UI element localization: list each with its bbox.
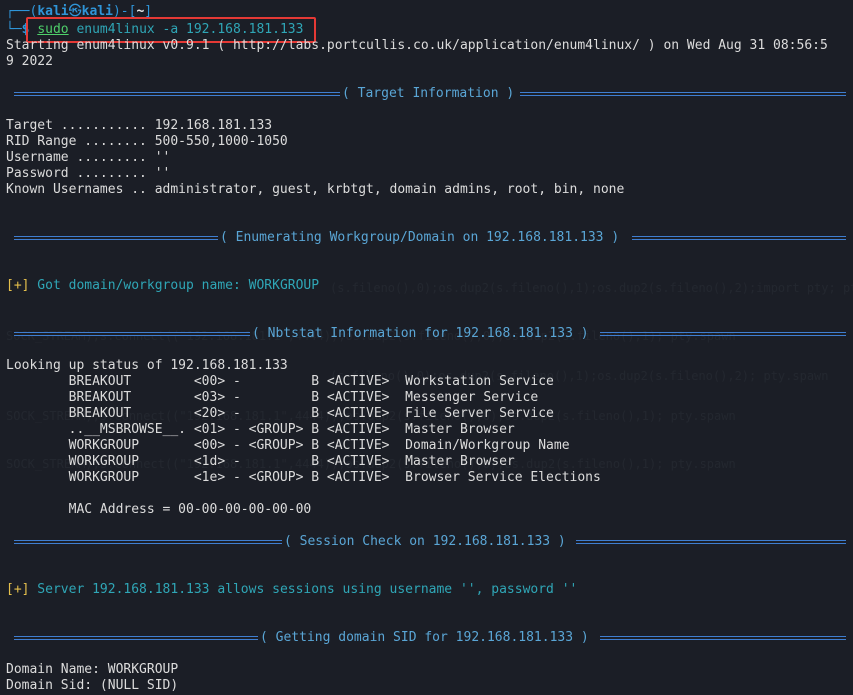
workgroup-result-line: [+] Got domain/workgroup name: WORKGROUP <box>6 278 319 294</box>
session-result-line: [+] Server 192.168.181.133 allows sessio… <box>6 582 577 598</box>
banner-title: ( Session Check on 192.168.181.133 ) <box>284 534 566 549</box>
banner-rule-left <box>14 540 282 544</box>
banner-enumerating-workgroup: ( Enumerating Workgroup/Domain on 192.16… <box>14 230 846 246</box>
ghost-text: (s.fileno(),0);os.dup2(s.fileno(),1);os.… <box>330 281 853 295</box>
banner-title: ( Getting domain SID for 192.168.181.133… <box>260 630 589 645</box>
nbtstat-row: WORKGROUP <1e> - <GROUP> B <ACTIVE> Brow… <box>6 470 601 485</box>
success-marker: [+] <box>6 278 30 293</box>
rid-range-line: RID Range ........ 500-550,1000-1050 <box>6 134 288 149</box>
nbtstat-header: Looking up status of 192.168.181.133 <box>6 358 288 373</box>
nbtstat-row: BREAKOUT <00> - B <ACTIVE> Workstation S… <box>6 374 554 389</box>
banner-rule-left <box>14 332 250 336</box>
banner-rule-right <box>576 540 846 544</box>
nbtstat-row: ..__MSBROWSE__. <01> - <GROUP> B <ACTIVE… <box>6 422 515 437</box>
banner-title: ( Nbtstat Information for 192.168.181.13… <box>252 326 589 341</box>
start-line-2: 9 2022 <box>6 54 53 69</box>
workgroup-result-text: Got domain/workgroup name: WORKGROUP <box>29 278 320 293</box>
session-result-text: Server 192.168.181.133 allows sessions u… <box>29 582 578 597</box>
known-usernames-line: Known Usernames .. administrator, guest,… <box>6 182 625 197</box>
banner-rule-right <box>600 636 846 640</box>
domain-name-line: Domain Name: WORKGROUP <box>6 662 179 677</box>
banner-rule-right <box>520 92 846 96</box>
banner-title: ( Enumerating Workgroup/Domain on 192.16… <box>220 230 620 245</box>
target-line: Target ........... 192.168.181.133 <box>6 118 273 133</box>
banner-session-check: ( Session Check on 192.168.181.133 ) <box>14 534 846 550</box>
banner-rule-left <box>14 636 258 640</box>
domain-sid-line: Domain Sid: (NULL SID) <box>6 678 179 693</box>
password-line: Password ......... '' <box>6 166 171 181</box>
nbtstat-row: BREAKOUT <20> - B <ACTIVE> File Server S… <box>6 406 554 421</box>
nbtstat-row: WORKGROUP <00> - <GROUP> B <ACTIVE> Doma… <box>6 438 570 453</box>
nbtstat-row: BREAKOUT <03> - B <ACTIVE> Messenger Ser… <box>6 390 539 405</box>
username-line: Username ......... '' <box>6 150 171 165</box>
banner-rule-right <box>600 332 846 336</box>
banner-rule-right <box>632 236 846 240</box>
banner-title: ( Target Information ) <box>342 86 515 101</box>
banner-rule-left <box>14 92 340 96</box>
banner-target-information: ( Target Information ) <box>14 86 846 102</box>
terminal-window[interactable]: ┌──(kali㉿kali)-[~] └─$ sudo enum4linux -… <box>0 0 853 695</box>
nbtstat-row: WORKGROUP <1d> - B <ACTIVE> Master Brows… <box>6 454 515 469</box>
banner-domain-sid: ( Getting domain SID for 192.168.181.133… <box>14 630 846 646</box>
success-marker: [+] <box>6 582 30 597</box>
banner-nbtstat-information: ( Nbtstat Information for 192.168.181.13… <box>14 326 846 342</box>
banner-rule-left <box>14 236 218 240</box>
start-line-1: Starting enum4linux v0.9.1 ( http://labs… <box>6 38 828 53</box>
mac-address-line: MAC Address = 00-00-00-00-00-00 <box>6 502 312 517</box>
